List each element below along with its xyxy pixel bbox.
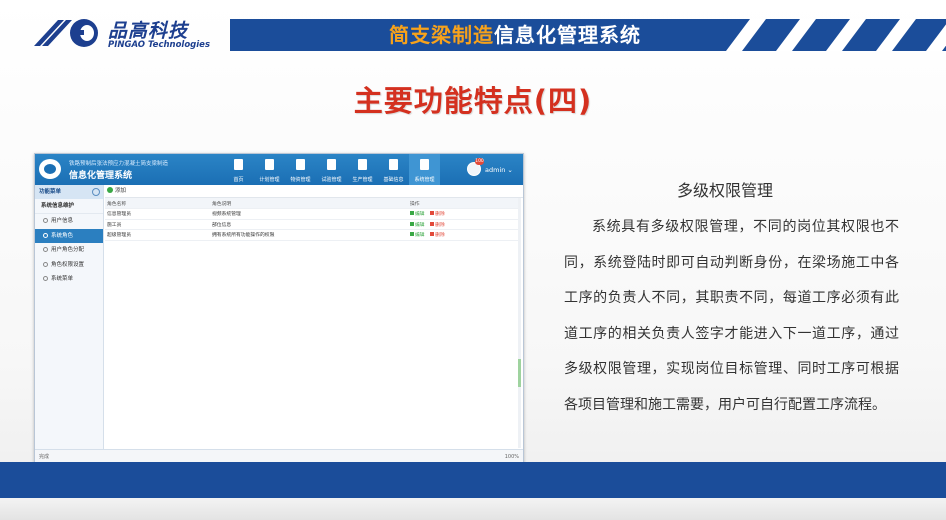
actions-cell: 编辑 删除 (408, 229, 519, 241)
edit-button[interactable]: 编辑 (410, 221, 425, 228)
trash-icon (430, 211, 435, 216)
edit-button[interactable]: 编辑 (410, 232, 425, 239)
sidebar-collapse-icon[interactable] (92, 188, 100, 196)
add-button-label: 添加 (115, 188, 127, 194)
delete-button[interactable]: 删除 (430, 221, 445, 228)
role-name-cell: 施工员 (105, 219, 210, 230)
scrollbar-thumb[interactable] (518, 359, 521, 387)
app-title: 信息化管理系统 (69, 171, 133, 181)
role-desc-cell: 视频系统管理 (210, 208, 408, 220)
user-menu[interactable]: admin ⌄ (485, 166, 513, 174)
column-header[interactable]: 角色名称 (105, 198, 210, 209)
role-desc-cell: 拥有系统所有功能操作的权限 (210, 229, 408, 241)
footer-bar (0, 462, 946, 498)
edit-label: 编辑 (415, 233, 425, 239)
sidebar-item-label: 系统菜单 (51, 276, 74, 282)
edit-label: 编辑 (415, 222, 425, 228)
sidebar-header: 功能菜单 (35, 185, 103, 199)
sidebar-item-roles[interactable]: 系统角色 (35, 228, 103, 243)
notification-badge[interactable]: 100 (475, 158, 484, 165)
main-content: 添加 角色名称 角色说明 操作 信息管理员 视频系统管理 编辑 删除 施工员 部… (105, 185, 523, 449)
trash-icon (430, 232, 435, 237)
nav-label: 系统管理 (414, 177, 435, 183)
column-header[interactable]: 角色说明 (210, 198, 408, 209)
plus-icon (107, 187, 113, 193)
trash-icon (430, 221, 435, 226)
footer-base (0, 498, 946, 520)
flask-icon (327, 159, 336, 170)
factory-icon (358, 159, 367, 170)
pencil-icon (410, 211, 414, 216)
sidebar-item-label: 角色权限设置 (51, 261, 85, 268)
sidebar-item-user-roles[interactable]: 用户角色分配 (35, 243, 103, 258)
slide-title: 主要功能特点(四) (353, 84, 593, 118)
table-row[interactable]: 施工员 部位信息 编辑 删除 (105, 219, 519, 230)
circle-icon (43, 218, 48, 223)
browser-statusbar: 完成 100% (35, 449, 523, 462)
delete-button[interactable]: 删除 (430, 232, 445, 239)
table-header-row: 角色名称 角色说明 操作 (105, 198, 519, 209)
sidebar-item-label: 用户角色分配 (51, 247, 85, 253)
circle-icon (43, 232, 48, 238)
database-icon (389, 159, 398, 170)
column-header: 操作 (408, 198, 519, 209)
feature-title: 多级权限管理 (677, 181, 774, 200)
actions-cell: 编辑 删除 (408, 219, 519, 230)
delete-button[interactable]: 删除 (430, 211, 445, 218)
box-icon (296, 159, 305, 170)
actions-cell: 编辑 删除 (408, 208, 519, 220)
app-header: 铁路预制后张法预应力混凝土简支梁制造 信息化管理系统 首页 计划管理 物资管理 … (35, 154, 523, 185)
role-name-cell: 超级管理员 (105, 229, 210, 241)
role-name-cell: 信息管理员 (105, 208, 210, 220)
company-logo: 品高科技 PINGAO Technologies (34, 14, 214, 56)
pencil-icon (410, 221, 414, 226)
company-name-en: PINGAO Technologies (108, 40, 211, 50)
system-title-part1: 简支梁制造 (389, 23, 494, 47)
sidebar-item-label: 用户信息 (51, 218, 74, 224)
sidebar-header-label: 功能菜单 (39, 189, 62, 195)
circle-icon (43, 261, 48, 267)
app-screenshot: 铁路预制后张法预应力混凝土简支梁制造 信息化管理系统 首页 计划管理 物资管理 … (34, 153, 524, 463)
company-name-cn: 品高科技 (108, 20, 189, 42)
delete-label: 删除 (435, 212, 445, 218)
app-subtitle: 铁路预制后张法预应力混凝土简支梁制造 (69, 161, 169, 167)
add-button[interactable]: 添加 (107, 187, 127, 194)
system-title: 简支梁制造信息化管理系统 (230, 19, 800, 51)
circle-icon (43, 247, 48, 252)
tools-icon (420, 159, 429, 170)
system-title-part2: 信息化管理系统 (494, 23, 641, 47)
sidebar-item-menus[interactable]: 系统菜单 (35, 272, 103, 287)
delete-label: 删除 (435, 233, 445, 239)
nav-system[interactable]: 系统管理 (409, 154, 440, 185)
scrollbar[interactable] (518, 198, 521, 448)
edit-label: 编辑 (415, 212, 425, 218)
sidebar-item-label: 系统角色 (51, 232, 74, 239)
title-banner: 简支梁制造信息化管理系统 (230, 19, 946, 51)
table-row[interactable]: 超级管理员 拥有系统所有功能操作的权限 编辑 删除 (105, 229, 519, 241)
app-logo-icon (39, 159, 61, 179)
pingao-logo-icon (34, 19, 98, 47)
sidebar-item-permissions[interactable]: 角色权限设置 (35, 258, 103, 273)
document-icon (265, 159, 274, 170)
sidebar-group-label: 系统信息维护 (41, 203, 75, 209)
sidebar: 功能菜单 系统信息维护 用户信息 系统角色 用户角色分配 角色权限设置 系统菜单 (35, 185, 104, 449)
circle-icon (43, 276, 48, 281)
top-nav: 首页 计划管理 物资管理 试验管理 生产管理 基础信息 系统管理 (223, 154, 440, 185)
sidebar-item-users[interactable]: 用户信息 (35, 214, 103, 229)
table-row[interactable]: 信息管理员 视频系统管理 编辑 删除 (105, 208, 519, 220)
toolbar: 添加 (105, 185, 523, 198)
roles-table: 角色名称 角色说明 操作 信息管理员 视频系统管理 编辑 删除 施工员 部位信息 (105, 198, 519, 241)
edit-button[interactable]: 编辑 (410, 211, 425, 218)
home-icon (234, 159, 243, 170)
sidebar-group[interactable]: 系统信息维护 (35, 199, 103, 214)
feature-description: 系统具有多级权限管理，不同的岗位其权限也不同，系统登陆时即可自动判断身份，在梁场… (564, 219, 899, 413)
role-desc-cell: 部位信息 (210, 219, 408, 230)
pencil-icon (410, 232, 414, 237)
delete-label: 删除 (435, 222, 445, 228)
